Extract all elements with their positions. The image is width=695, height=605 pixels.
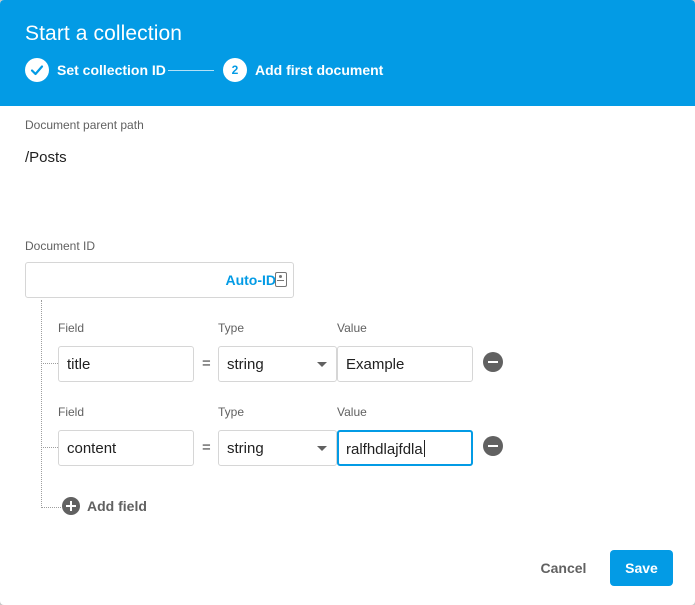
field-type-select[interactable]: string xyxy=(218,430,337,466)
tree-branch xyxy=(41,447,58,448)
text-cursor xyxy=(423,440,425,457)
parent-path-value: /Posts xyxy=(25,149,67,166)
document-id-label: Document ID xyxy=(25,239,96,253)
dialog-title: Start a collection xyxy=(25,22,183,45)
add-circle-icon xyxy=(62,497,80,515)
type-label: Type xyxy=(218,321,245,335)
dropdown-arrow-icon xyxy=(317,446,327,451)
remove-field-icon[interactable] xyxy=(483,436,503,456)
tree-branch xyxy=(41,507,61,508)
tree-branch xyxy=(41,363,58,364)
type-label: Type xyxy=(218,405,245,419)
value-label: Value xyxy=(337,321,367,335)
save-button[interactable]: Save xyxy=(610,550,673,586)
dialog-header: Start a collection Set collection ID 2 A… xyxy=(0,0,695,106)
cancel-button[interactable]: Cancel xyxy=(528,552,599,584)
field-value-input[interactable]: ralfhdlajfdla xyxy=(337,430,473,466)
check-icon xyxy=(25,58,49,82)
add-field-button[interactable]: Add field xyxy=(62,497,147,515)
field-name-input[interactable]: title xyxy=(58,346,194,382)
auto-id-button[interactable]: Auto-ID xyxy=(225,272,276,288)
stepper-connector xyxy=(168,70,214,71)
step-set-collection-id[interactable]: Set collection ID xyxy=(25,58,166,82)
tree-connector xyxy=(41,300,42,508)
equals-sign: = xyxy=(202,355,211,372)
equals-sign: = xyxy=(202,439,211,456)
step-label: Add first document xyxy=(255,62,384,78)
step-number: 2 xyxy=(223,58,247,82)
add-field-label: Add field xyxy=(87,498,147,514)
step-add-first-document[interactable]: 2 Add first document xyxy=(223,58,383,82)
value-label: Value xyxy=(337,405,367,419)
field-label: Field xyxy=(58,405,85,419)
document-id-input[interactable]: Auto-ID xyxy=(25,262,294,298)
field-value-input[interactable]: Example xyxy=(337,346,473,382)
dropdown-arrow-icon xyxy=(317,362,327,367)
field-type-select[interactable]: string xyxy=(218,346,337,382)
field-name-input[interactable]: content xyxy=(58,430,194,466)
remove-field-icon[interactable] xyxy=(483,352,503,372)
parent-path-label: Document parent path xyxy=(25,118,144,132)
step-label: Set collection ID xyxy=(57,62,166,78)
auto-id-icon[interactable] xyxy=(275,272,287,287)
start-collection-dialog: Start a collection Set collection ID 2 A… xyxy=(0,0,695,605)
field-label: Field xyxy=(58,321,85,335)
